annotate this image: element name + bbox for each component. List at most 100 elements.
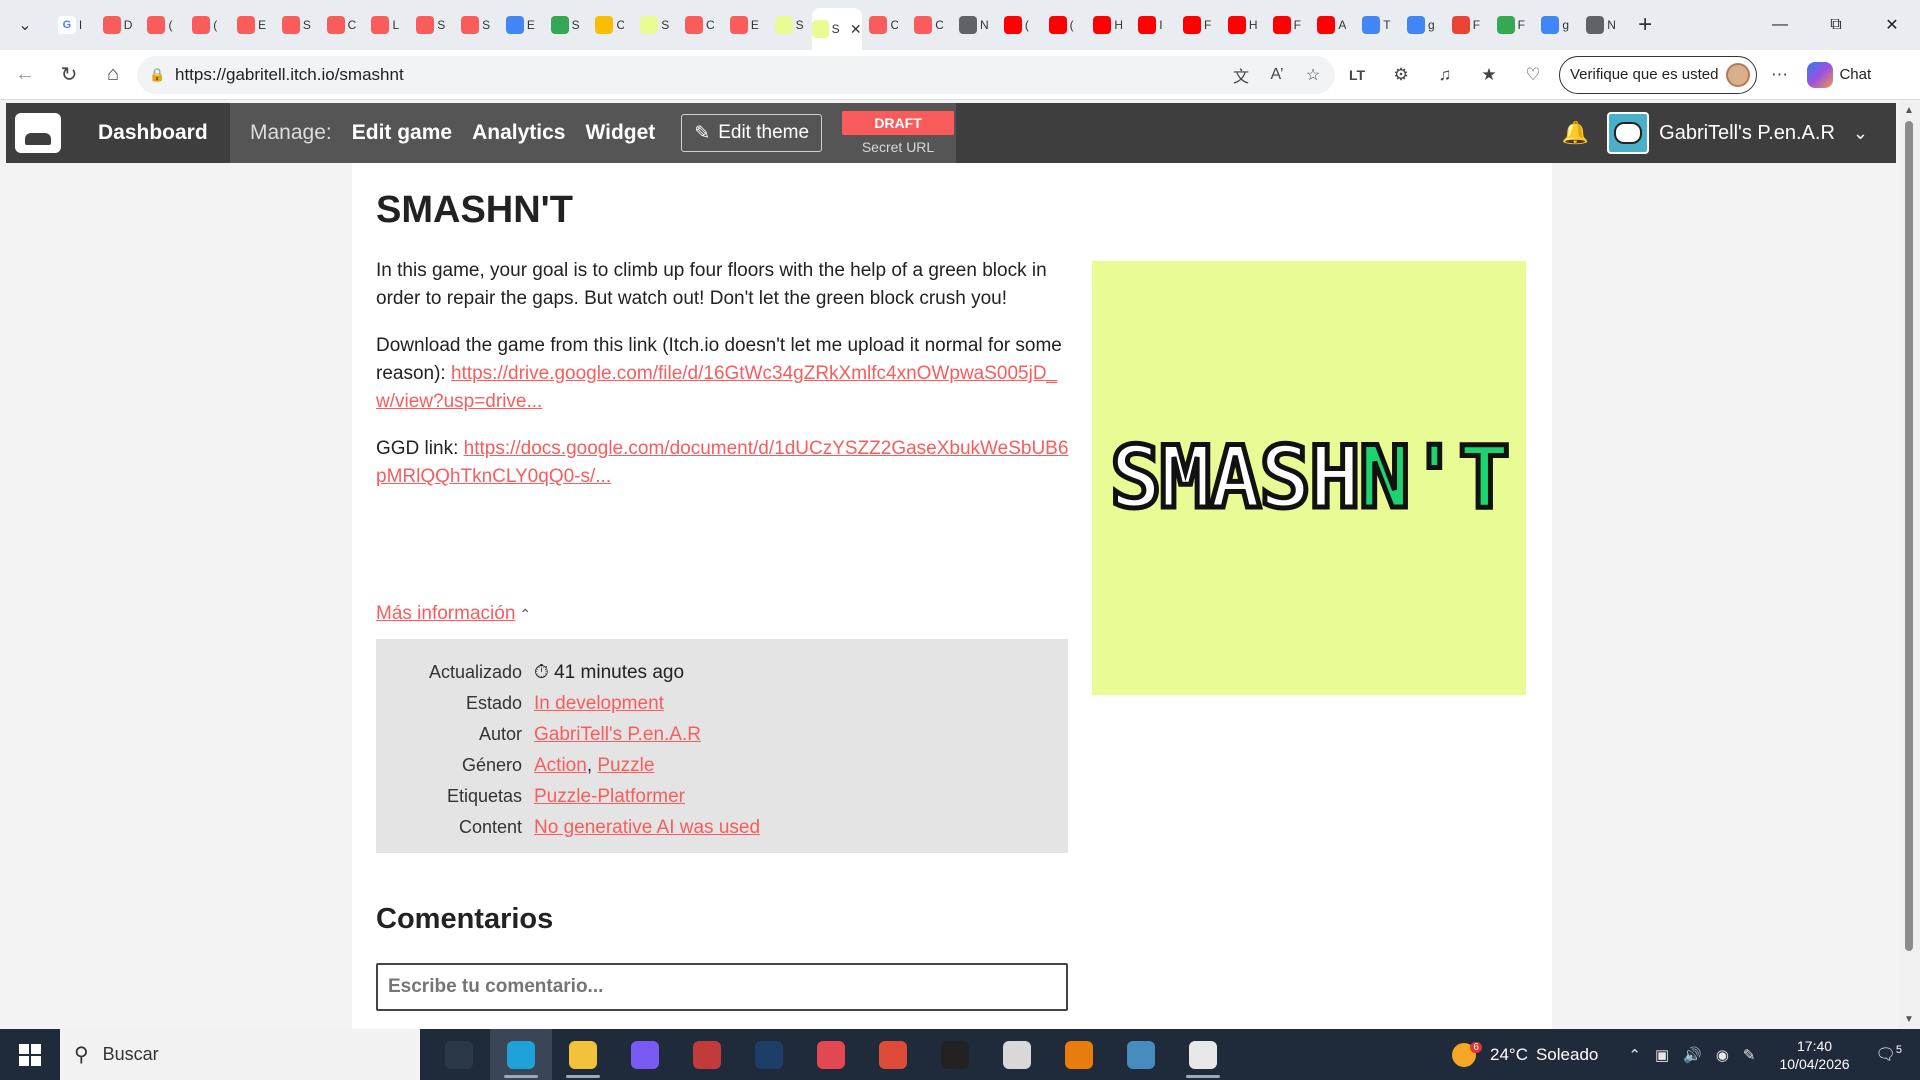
comment-input[interactable] [376,963,1068,1011]
network-icon[interactable]: ▣ [1655,1046,1669,1064]
page-scrollbar[interactable]: ▲ ▼ [1898,101,1920,1029]
ggd-link[interactable]: https://docs.google.com/document/d/1dUCz… [376,438,1068,487]
browser-tab[interactable]: T [1354,7,1399,43]
browser-tab[interactable]: D [95,7,140,43]
home-icon[interactable]: ⌂ [91,57,135,93]
widget-link[interactable]: Widget [585,121,655,145]
browser-tab[interactable]: N [1578,7,1623,43]
browser-tab[interactable]: S [767,7,812,43]
browser-tab[interactable]: I [1130,7,1175,43]
unity-icon[interactable] [924,1029,986,1080]
clock[interactable]: 17:40 10/04/2026 [1779,1037,1849,1073]
scroll-up-icon[interactable]: ▲ [1898,105,1920,116]
close-window-icon[interactable]: ✕ [1864,0,1920,50]
translate-icon[interactable]: 文 [1227,63,1255,87]
tab-list-chevron-icon[interactable]: ⌄ [6,8,44,42]
camera-icon[interactable]: ◉ [1716,1046,1729,1064]
media-icon[interactable]: ♫ [1423,57,1467,93]
lines-app-icon[interactable] [986,1029,1048,1080]
favorites-icon[interactable]: ★ [1467,57,1511,93]
copilot-chat-button[interactable]: Chat [1807,61,1871,88]
task-view-icon[interactable] [428,1029,490,1080]
more-info-toggle[interactable]: Más información ⌃ [376,603,531,625]
browser-tab[interactable]: H [1086,7,1131,43]
steam-icon[interactable] [738,1029,800,1080]
browser-tab[interactable]: F [1175,7,1220,43]
browser-tab[interactable]: GI [50,7,95,43]
volume-icon[interactable]: 🔊 [1683,1046,1702,1064]
minimize-icon[interactable]: — [1752,0,1808,50]
status-link[interactable]: In development [534,693,664,714]
browser-tab[interactable]: C [677,7,722,43]
author-link[interactable]: GabriTell's P.en.A.R [534,724,701,745]
scroll-thumb[interactable] [1905,121,1913,951]
content-link[interactable]: No generative AI was used [534,817,760,838]
pen-icon[interactable]: ✎ [1743,1046,1756,1064]
browser-tab[interactable]: E [498,7,543,43]
notifications-icon[interactable]: 🗨5 [1876,1044,1902,1064]
user-avatar[interactable] [1607,112,1650,154]
favorite-star-icon[interactable]: ☆ [1299,65,1327,85]
restore-icon[interactable]: ⧉ [1808,0,1864,50]
browser-tab[interactable]: H [1220,7,1265,43]
more-menu-icon[interactable]: ⋯ [1757,57,1801,93]
genre-link-action[interactable]: Action [534,755,587,776]
browser-tab[interactable]: C [319,7,364,43]
browser-tab[interactable]: C [588,7,633,43]
browser-tab[interactable]: C [906,7,951,43]
itch-logo-icon[interactable] [6,103,70,163]
browser-tab[interactable]: S [453,7,498,43]
tag-link[interactable]: Puzzle-Platformer [534,786,685,807]
browser-tab[interactable]: ( [1041,7,1086,43]
analytics-link[interactable]: Analytics [472,121,565,145]
browser-tab[interactable]: N [951,7,996,43]
browser-tab[interactable]: S ✕ [811,8,862,50]
browser-tab[interactable]: F [1489,7,1534,43]
languagetool-icon[interactable]: LT [1335,57,1379,93]
browser-tab[interactable]: C [862,7,907,43]
browser-tab[interactable]: F [1444,7,1489,43]
blender-icon[interactable] [1048,1029,1110,1080]
creative-cloud-icon[interactable] [800,1029,862,1080]
aseprite-icon[interactable] [676,1029,738,1080]
browser-tab[interactable]: ( [140,7,185,43]
weather-widget[interactable]: 6 24°C Soleado [1452,1042,1598,1067]
browser-tab[interactable]: E [722,7,767,43]
browser-tab[interactable]: L [364,7,409,43]
browser-tab[interactable]: S [543,7,588,43]
url-bar[interactable]: 🔒 https://gabritell.itch.io/smashnt 文 A’… [137,55,1335,94]
scroll-down-icon[interactable]: ▼ [1898,1014,1920,1025]
browser-tab[interactable]: A [1310,7,1355,43]
url-text[interactable]: https://gabritell.itch.io/smashnt [175,65,404,85]
browser-tab[interactable]: E [229,7,274,43]
close-tab-icon[interactable]: ✕ [850,21,862,38]
browser-tab[interactable]: ( [996,7,1041,43]
genre-link-puzzle[interactable]: Puzzle [597,755,654,776]
browser-tab[interactable]: g [1534,7,1579,43]
lock-icon[interactable]: 🔒 [149,67,169,83]
browser-tab[interactable]: ( [184,7,229,43]
windows-start-icon[interactable] [0,1029,60,1080]
secret-url-link[interactable]: Secret URL [862,139,934,155]
dashboard-link[interactable]: Dashboard [98,121,208,145]
godot-icon[interactable] [1110,1029,1172,1080]
taskbar-search[interactable]: ⚲ Buscar [60,1029,420,1080]
chrome-icon[interactable] [862,1029,924,1080]
notification-bell-icon[interactable]: 🔔 [1562,120,1589,146]
browser-tab[interactable]: F [1265,7,1310,43]
back-arrow-icon[interactable]: ← [3,57,47,93]
show-hidden-icons-chevron-icon[interactable]: ⌃ [1628,1046,1641,1064]
reload-icon[interactable]: ↻ [47,57,91,93]
edit-game-link[interactable]: Edit game [352,121,452,145]
extensions-icon[interactable]: ⚙ [1379,57,1423,93]
browser-tab[interactable]: S [274,7,319,43]
download-link[interactable]: https://drive.google.com/file/d/16GtWc34… [376,363,1057,412]
edge-icon[interactable] [490,1029,552,1080]
edit-theme-button[interactable]: ✎ Edit theme [681,114,823,152]
verify-profile-button[interactable]: Verifique que es usted [1559,55,1758,94]
microsoft365-icon[interactable] [614,1029,676,1080]
health-icon[interactable]: ♡ [1511,57,1555,93]
user-name[interactable]: GabriTell's P.en.A.R [1659,122,1835,145]
twitch-icon[interactable] [1172,1029,1234,1080]
browser-tab[interactable]: g [1399,7,1444,43]
